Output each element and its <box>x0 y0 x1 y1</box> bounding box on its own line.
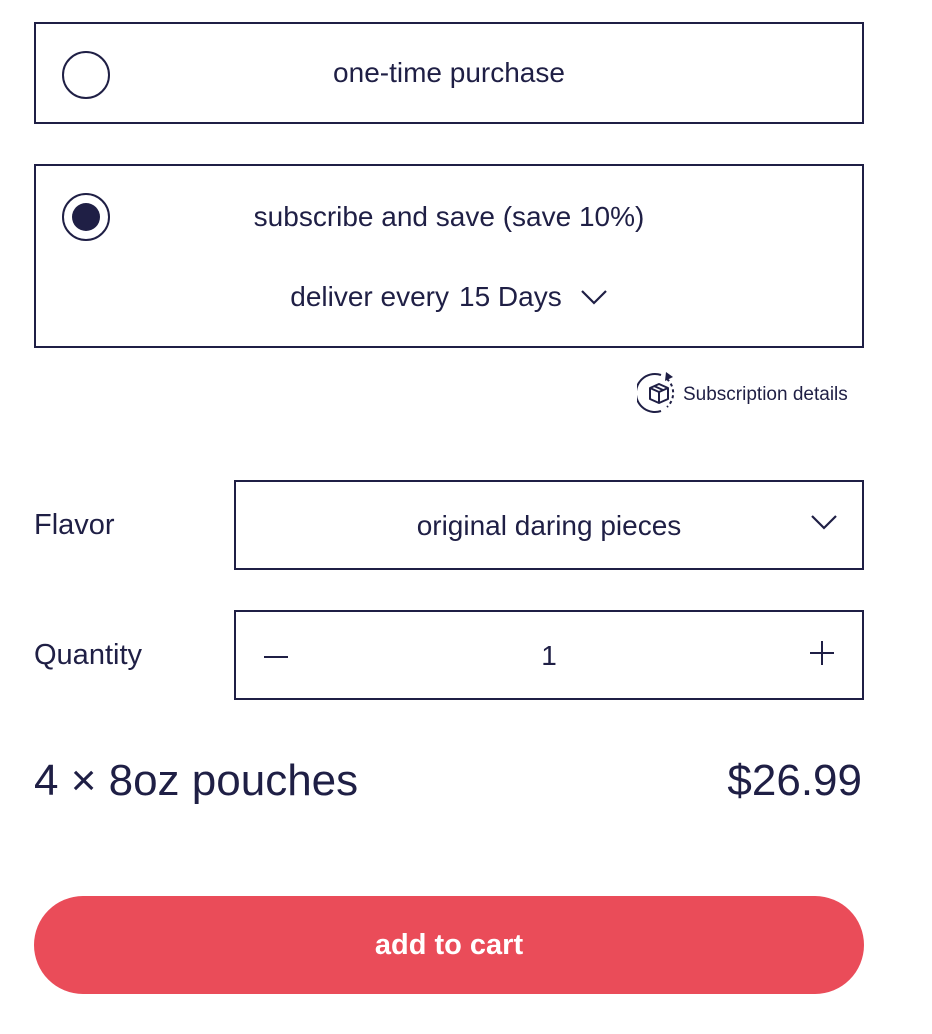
subscribe-label: subscribe and save (save 10%) <box>253 201 645 232</box>
pack-size: 4 × 8oz pouches <box>34 756 359 805</box>
plus-icon <box>809 640 835 671</box>
chevron-down-icon <box>810 514 838 535</box>
price: $26.99 <box>727 756 862 805</box>
delivery-frequency-select[interactable]: 15 Days <box>459 279 608 317</box>
subscription-details-label: Subscription details <box>683 384 848 405</box>
subscription-details-link[interactable]: Subscription details <box>634 371 848 420</box>
delivery-frequency-value: 15 Days <box>459 281 562 312</box>
quantity-stepper: 1 <box>234 610 864 700</box>
one-time-purchase-option[interactable]: one-time purchase <box>34 22 864 124</box>
flavor-value: original daring pieces <box>416 510 682 541</box>
minus-icon <box>263 646 289 664</box>
quantity-label: Quantity <box>34 639 142 671</box>
flavor-select[interactable]: original daring pieces <box>234 480 864 570</box>
one-time-label: one-time purchase <box>333 57 565 88</box>
quantity-value[interactable]: 1 <box>316 638 782 674</box>
deliver-every-label: deliver every <box>290 281 449 312</box>
delivery-frequency-row: deliver every 15 Days <box>36 279 862 317</box>
subscribe-option[interactable]: subscribe and save (save 10%) deliver ev… <box>34 164 864 348</box>
recurring-box-icon <box>634 371 677 420</box>
add-to-cart-button[interactable]: add to cart <box>34 896 864 994</box>
flavor-label: Flavor <box>34 509 115 541</box>
chevron-down-icon <box>580 278 608 314</box>
quantity-increment-button[interactable] <box>782 612 862 698</box>
quantity-decrement-button[interactable] <box>236 612 316 698</box>
